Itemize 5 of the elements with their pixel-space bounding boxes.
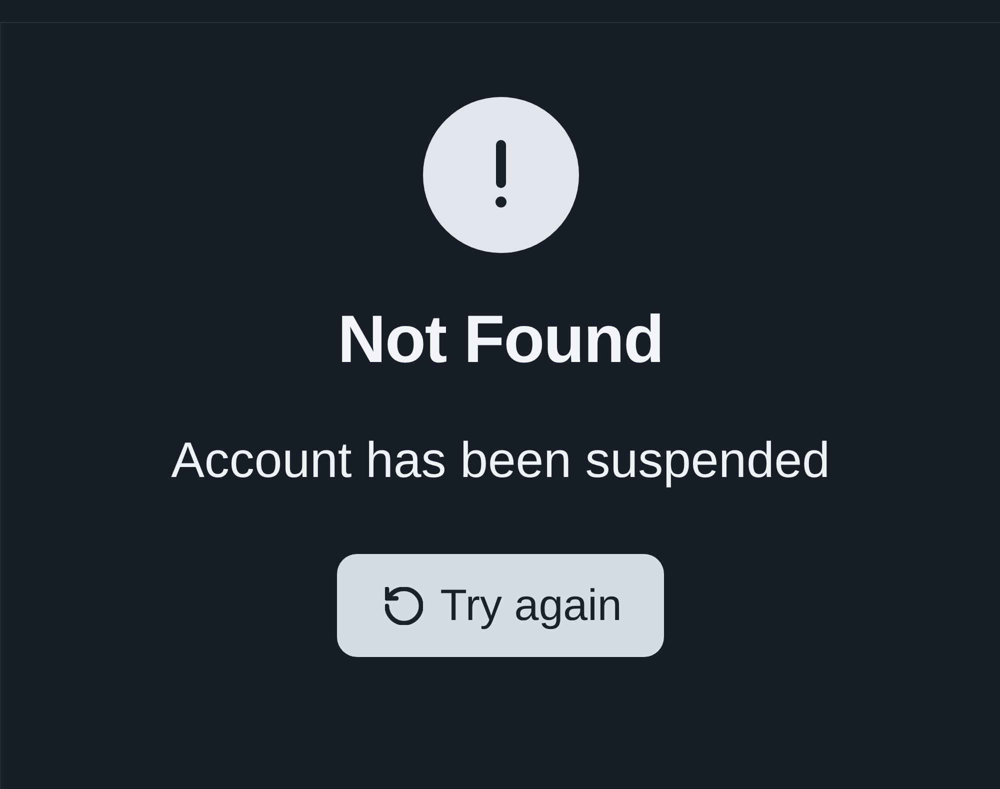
error-message: Account has been suspended: [171, 431, 830, 490]
error-title: Not Found: [338, 301, 664, 379]
try-again-button[interactable]: Try again: [337, 554, 664, 657]
alert-icon: [422, 97, 578, 253]
refresh-icon: [385, 586, 424, 624]
